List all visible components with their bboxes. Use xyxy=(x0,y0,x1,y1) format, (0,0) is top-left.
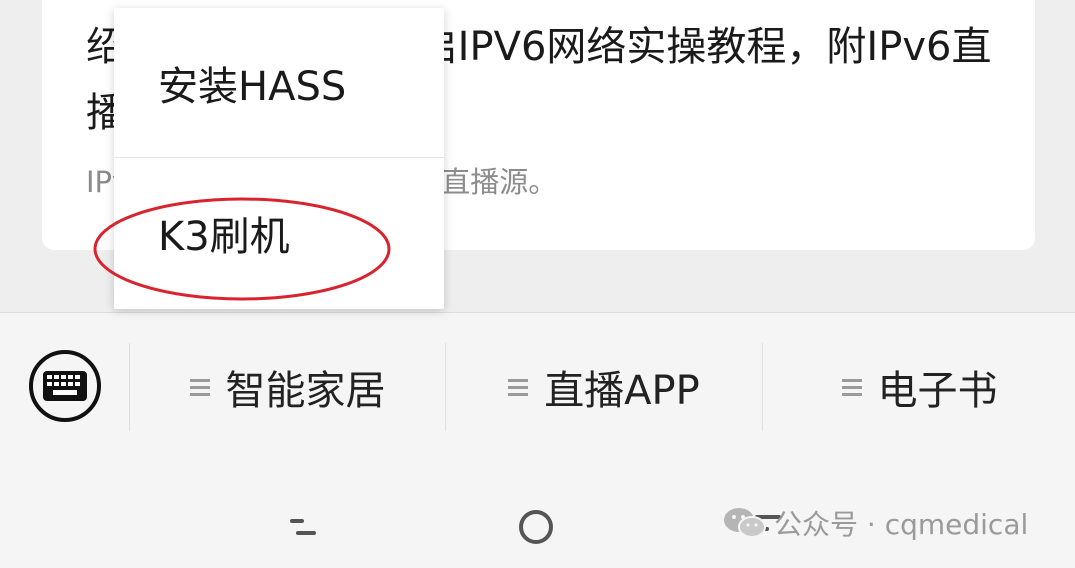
hamburger-icon xyxy=(841,375,862,400)
popup-item-label: 安装HASS xyxy=(158,63,347,110)
menu-divider xyxy=(762,343,763,431)
hamburger-icon xyxy=(508,375,529,400)
menu-item-label: 智能家居 xyxy=(225,368,386,414)
hamburger-icon xyxy=(189,375,210,400)
menu-item-live-app[interactable]: 直播APP xyxy=(446,345,762,429)
keyboard-icon xyxy=(29,350,101,422)
menu-item-smart-home[interactable]: 智能家居 xyxy=(131,345,444,429)
watermark-text: 公众号 · cqmedical xyxy=(774,508,1029,541)
popup-item-install-hass[interactable]: 安装HASS xyxy=(114,8,444,158)
home-icon[interactable] xyxy=(519,510,553,544)
menu-item-ebook[interactable]: 电子书 xyxy=(764,345,1075,429)
keyboard-toggle-button[interactable] xyxy=(28,349,102,423)
menu-divider xyxy=(129,343,130,431)
menu-item-label: 直播APP xyxy=(544,368,700,414)
popup-item-label: K3刷机 xyxy=(158,214,290,260)
popup-submenu: 安装HASS K3刷机 xyxy=(114,8,444,309)
wechat-icon xyxy=(724,508,766,538)
popup-item-k3-flash[interactable]: K3刷机 xyxy=(114,158,444,308)
back-icon[interactable] xyxy=(290,517,316,537)
watermark: 公众号 · cqmedical xyxy=(722,503,1028,543)
menu-item-label: 电子书 xyxy=(877,368,998,414)
